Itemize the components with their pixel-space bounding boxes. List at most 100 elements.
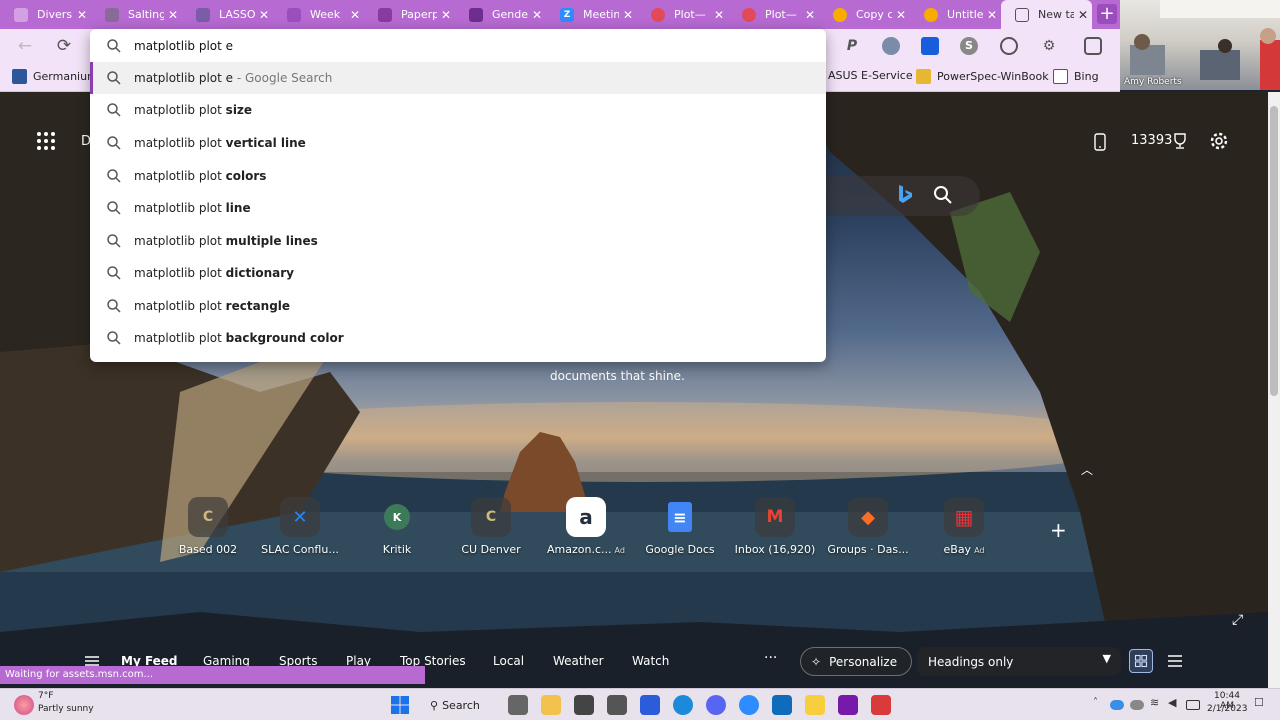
suggestion-item[interactable]: matplotlib plot colors <box>90 160 826 192</box>
app-icon[interactable] <box>640 695 660 715</box>
sticky-notes-icon[interactable] <box>805 695 825 715</box>
weather-widget-icon[interactable] <box>14 695 34 715</box>
chat-extension-icon[interactable] <box>1000 37 1018 55</box>
address-bar-input[interactable] <box>134 38 734 53</box>
s-extension-icon[interactable]: S <box>960 37 978 55</box>
close-tab-icon[interactable]: ✕ <box>346 8 364 22</box>
close-tab-icon[interactable]: ✕ <box>619 8 637 22</box>
chevron-up-icon[interactable]: ˄ <box>1093 697 1105 717</box>
battery-icon[interactable] <box>1186 700 1200 710</box>
browser-tab-active[interactable]: New ta ✕ <box>1001 0 1092 29</box>
browser-tab[interactable]: Paperp ✕ <box>364 0 455 29</box>
close-tab-icon[interactable]: ✕ <box>528 8 546 22</box>
close-tab-icon[interactable]: ✕ <box>983 8 1001 22</box>
page-scrollbar[interactable] <box>1268 92 1280 688</box>
feed-tab-weather[interactable]: Weather <box>553 654 604 668</box>
apps-grid-icon[interactable] <box>36 131 56 151</box>
cloud-icon[interactable] <box>1110 700 1124 710</box>
wifi-icon[interactable]: ≋ <box>1150 696 1164 716</box>
browser-tab[interactable]: Diversi ✕ <box>0 0 91 29</box>
taskbar-date[interactable]: 2/1/2023 <box>1207 704 1247 714</box>
address-bar[interactable] <box>90 29 826 62</box>
suggestion-item[interactable]: matplotlib plot line <box>90 192 826 224</box>
list-view-icon[interactable] <box>1163 649 1187 673</box>
taskbar-search[interactable]: ⚲ Search <box>430 694 490 716</box>
quick-link-slac[interactable]: ✕ SLAC Conflu... <box>250 497 350 556</box>
shield-extension-icon[interactable] <box>921 37 939 55</box>
close-tab-icon[interactable]: ✕ <box>164 8 182 22</box>
browser-tab[interactable]: Plot— ✕ <box>637 0 728 29</box>
app-icon[interactable] <box>871 695 891 715</box>
close-tab-icon[interactable]: ✕ <box>801 8 819 22</box>
browser-tab[interactable]: Untitle ✕ <box>910 0 1001 29</box>
browser-tab[interactable]: Gende ✕ <box>455 0 546 29</box>
new-tab-button[interactable]: + <box>1097 4 1117 24</box>
browser-tab[interactable]: LASSO ✕ <box>182 0 273 29</box>
outlook-icon[interactable] <box>772 695 792 715</box>
favorite-germanium[interactable]: Germanium <box>12 69 98 84</box>
search-icon[interactable] <box>933 185 953 205</box>
weather-desc[interactable]: Partly sunny <box>38 704 94 714</box>
browser-tab[interactable]: Plot— ✕ <box>728 0 819 29</box>
close-tab-icon[interactable]: ✕ <box>1074 8 1092 22</box>
quick-link-based[interactable]: C Based 002 <box>158 497 258 556</box>
weather-temp[interactable]: 7°F <box>38 691 53 701</box>
volume-icon[interactable]: ◀ <box>1168 696 1182 716</box>
suggestion-item[interactable]: matplotlib plot e - Google Search <box>90 62 826 94</box>
feed-tab-local[interactable]: Local <box>493 654 524 668</box>
browser-tab[interactable]: Saltingr✕ <box>91 0 182 29</box>
feed-tab-watch[interactable]: Watch <box>632 654 669 668</box>
scrollbar-thumb[interactable] <box>1270 106 1278 396</box>
expand-icon[interactable]: ⤢ <box>1232 612 1243 628</box>
browser-tab[interactable]: Z Meetin ✕ <box>546 0 637 29</box>
quick-link-google-docs[interactable]: ≡ Google Docs <box>630 497 730 556</box>
rewards-points[interactable]: 13393 <box>1131 133 1172 148</box>
more-options-icon[interactable]: ··· <box>764 650 777 666</box>
browser-tab[interactable]: Copy c ✕ <box>819 0 910 29</box>
trophy-icon[interactable] <box>1172 132 1188 150</box>
cloud-icon[interactable] <box>1130 700 1144 710</box>
suggestion-item[interactable]: matplotlib plot size <box>90 94 826 126</box>
app-icon[interactable] <box>607 695 627 715</box>
close-tab-icon[interactable]: ✕ <box>892 8 910 22</box>
browser-tab[interactable]: Week ✕ <box>273 0 364 29</box>
gear-icon[interactable] <box>1209 131 1229 151</box>
task-view-icon[interactable] <box>508 695 528 715</box>
zoom-icon[interactable] <box>739 695 759 715</box>
suggestion-item[interactable]: matplotlib plot dictionary <box>90 257 826 289</box>
grid-view-icon[interactable] <box>1129 649 1153 673</box>
suggestion-item[interactable]: matplotlib plot multiple lines <box>90 225 826 257</box>
quick-link-gitlab[interactable]: ◆ Groups · Das... <box>818 497 918 556</box>
quick-link-amazon[interactable]: a Amazon.c... Ad <box>536 497 636 556</box>
phone-icon[interactable] <box>1093 133 1107 151</box>
suggestion-item[interactable]: matplotlib plot rectangle <box>90 290 826 322</box>
layout-select[interactable]: Headings only ▼ <box>917 647 1121 676</box>
paypal-extension-icon[interactable]: P <box>843 37 861 55</box>
edge-icon[interactable] <box>673 695 693 715</box>
close-tab-icon[interactable]: ✕ <box>255 8 273 22</box>
bing-icon[interactable] <box>896 184 914 204</box>
favorite-asus[interactable]: ASUS E-Service <box>828 69 913 82</box>
close-tab-icon[interactable]: ✕ <box>437 8 455 22</box>
notification-icon[interactable]: ☐ <box>1254 696 1266 716</box>
puzzle-extensions-icon[interactable]: ⚙ <box>1040 37 1058 55</box>
add-site-button[interactable]: + <box>1050 518 1067 542</box>
discord-icon[interactable] <box>706 695 726 715</box>
store-icon[interactable] <box>574 695 594 715</box>
favorite-bing[interactable]: Bing <box>1053 69 1099 84</box>
file-explorer-icon[interactable] <box>541 695 561 715</box>
chevron-up-icon[interactable]: ︿ <box>1081 461 1093 478</box>
personalize-button[interactable]: ✧ Personalize <box>800 647 912 676</box>
refresh-button[interactable]: ⟳ <box>54 36 74 56</box>
grammar-extension-icon[interactable] <box>882 37 900 55</box>
back-button[interactable]: ← <box>15 36 35 56</box>
quick-link-cu-denver[interactable]: C CU Denver <box>441 497 541 556</box>
favorite-powerspec[interactable]: PowerSpec-WinBook <box>916 69 1049 84</box>
quick-link-gmail[interactable]: M Inbox (16,920) <box>725 497 825 556</box>
suggestion-item[interactable]: matplotlib plot background color <box>90 322 826 354</box>
close-tab-icon[interactable]: ✕ <box>710 8 728 22</box>
quick-link-kritik[interactable]: K Kritik <box>347 497 447 556</box>
close-tab-icon[interactable]: ✕ <box>73 8 91 22</box>
suggestion-item[interactable]: matplotlib plot vertical line <box>90 127 826 159</box>
windows-start-icon[interactable] <box>390 695 410 715</box>
